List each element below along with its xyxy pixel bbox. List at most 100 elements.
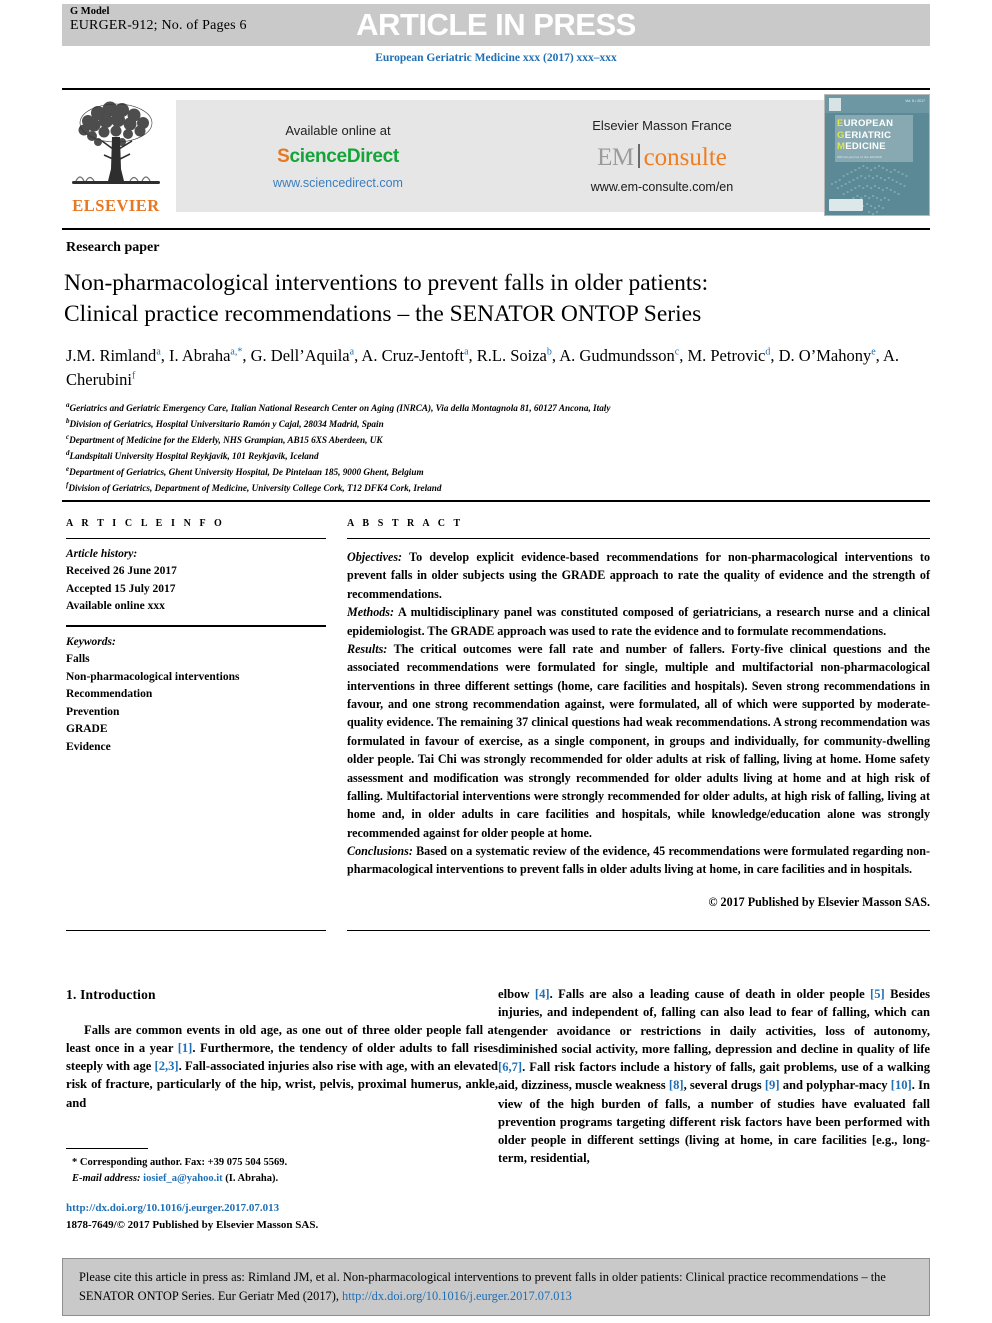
author-name: A. Cruz-Jentoft — [361, 346, 465, 365]
affiliation-item: dLandspitali University Hospital Reykjav… — [66, 448, 926, 464]
keyword-item: Falls — [66, 653, 90, 666]
emconsulte-block: Elsevier Masson France EM consulte www.e… — [500, 100, 824, 212]
abstract-heading: A B S T R A C T — [347, 518, 464, 529]
title-line-1: Non-pharmacological interventions to pre… — [64, 270, 709, 296]
citation-reference[interactable]: [8] — [669, 1078, 684, 1092]
cite-doi-link[interactable]: http://dx.doi.org/10.1016/j.eurger.2017.… — [342, 1289, 572, 1303]
masthead: ELSEVIER Available online at ScienceDire… — [62, 94, 930, 216]
affiliation-item: bDivision of Geriatrics, Hospital Univer… — [66, 416, 926, 432]
keywords-block: Keywords: Falls Non-pharmacological inter… — [66, 634, 326, 756]
page-title: Non-pharmacological interventions to pre… — [64, 268, 914, 330]
author-affiliation-mark: c — [674, 346, 680, 358]
footnote-rule — [66, 1148, 148, 1149]
cover-cap-g: G — [837, 129, 845, 141]
author-name: M. Petrovic — [687, 346, 766, 365]
author-name: R.L. Soiza — [476, 346, 547, 365]
abstract-methods-text: A multidisciplinary panel was constitute… — [347, 605, 930, 638]
article-history-label: Article history: — [66, 548, 138, 560]
citation-reference[interactable]: [6,7] — [498, 1060, 522, 1074]
keyword-item: Non-pharmacological interventions — [66, 670, 240, 683]
abstract-column: A B S T R A C T Objectives: To develop e… — [347, 518, 930, 911]
intro-heading: 1. Introduction — [66, 987, 156, 1002]
cover-word-european: UROPEAN — [843, 118, 894, 129]
available-online-label: Available online at — [285, 122, 391, 138]
keyword-item: GRADE — [66, 723, 108, 736]
citation-reference[interactable]: [4] — [535, 987, 550, 1001]
sciencedirect-url[interactable]: www.sciencedirect.com — [273, 176, 403, 190]
citation-reference[interactable]: [10] — [891, 1078, 912, 1092]
affiliation-item: aGeriatrics and Geriatric Emergency Care… — [66, 400, 926, 416]
author-name: I. Abraha — [169, 346, 231, 365]
body-text: elbow — [498, 987, 535, 1001]
citation-reference[interactable]: [9] — [765, 1078, 780, 1092]
journal-cover-thumbnail[interactable]: Vol. 8 • 2017 EUROPEAN GERIATRIC MEDICIN… — [824, 94, 930, 216]
sciencedirect-wordmark: ScienceDirect — [277, 146, 399, 168]
keyword-items: Falls Non-pharmacological interventions Re… — [66, 651, 326, 756]
article-info-heading: A R T I C L E I N F O — [66, 518, 225, 529]
cover-title-line-2: GERIATRIC — [837, 130, 911, 142]
author-affiliation-mark: a — [349, 346, 355, 358]
affiliation-text: Department of Medicine for the Elderly, … — [69, 435, 383, 445]
email-link[interactable]: iosief_a@yahoo.it — [143, 1173, 222, 1184]
intro-left-column: 1. Introduction Falls are common events … — [66, 985, 498, 1112]
em-divider — [637, 144, 640, 168]
cover-title-line-3: MEDICINE — [837, 141, 911, 153]
elsevier-masson-label: Elsevier Masson France — [592, 118, 732, 133]
sciencedirect-block: Available online at ScienceDirect www.sc… — [176, 100, 500, 212]
article-info-column: A R T I C L E I N F O Article history: R… — [66, 518, 326, 756]
emconsulte-wordmark: EM consulte — [597, 141, 727, 172]
abstract-copyright: © 2017 Published by Elsevier Masson SAS. — [708, 894, 930, 909]
article-first-page: ARTICLE IN PRESS G Model EURGER-912; No.… — [0, 0, 992, 1323]
email-label: E-mail address: — [72, 1172, 141, 1184]
cite-this-article-box: Please cite this article in press as: Ri… — [62, 1258, 930, 1316]
body-text: . Falls are also a leading cause of deat… — [549, 987, 871, 1001]
title-line-2: Clinical practice recommendations – the … — [64, 301, 702, 328]
affiliation-item: fDivision of Geriatrics, Department of M… — [66, 480, 926, 496]
em-text: EM — [597, 144, 634, 171]
g-model-block: G Model EURGER-912; No. of Pages 6 — [70, 6, 247, 34]
affiliation-item: eDepartment of Geriatrics, Ghent Univers… — [66, 464, 926, 480]
keyword-item: Prevention — [66, 705, 120, 718]
emconsulte-url[interactable]: www.em-consulte.com/en — [591, 180, 733, 194]
affiliation-text: Landspitali University Hospital Reykjavi… — [69, 450, 319, 461]
abstract-objectives-label: Objectives: — [347, 550, 403, 564]
elsevier-wordmark: ELSEVIER — [72, 196, 160, 215]
citation-reference[interactable]: [1] — [178, 1041, 193, 1055]
cover-cap-m: M — [837, 141, 846, 153]
affiliation-text: Department of Geriatrics, Ghent Universi… — [69, 466, 424, 477]
abstract-results: Results: The critical outcomes were fall… — [347, 640, 930, 842]
cover-elsevier-mark-icon — [829, 98, 841, 111]
keywords-label: Keywords: — [66, 635, 116, 648]
keyword-item: Recommendation — [66, 688, 153, 701]
received-date: Received 26 June 2017 — [66, 565, 177, 578]
issn-copyright-line: 1878-7649/© 2017 Published by Elsevier M… — [66, 1218, 319, 1231]
citation-reference[interactable]: [2,3] — [155, 1059, 179, 1073]
masthead-top-rule — [62, 88, 930, 90]
author-name: J.M. Rimland — [66, 346, 157, 365]
author-affiliation-mark: a,* — [230, 346, 243, 358]
doi-link[interactable]: http://dx.doi.org/10.1016/j.eurger.2017.… — [66, 1200, 526, 1217]
author-list: J.M. Rimlanda, I. Abrahaa,*, G. Dell’Aqu… — [66, 346, 900, 389]
abstract-objectives-text: To develop explicit evidence-based recom… — [347, 550, 930, 601]
elsevier-logo: ELSEVIER — [62, 94, 170, 216]
sciencedirect-initial: S — [277, 145, 290, 167]
cover-issue-note: Vol. 8 • 2017 — [905, 99, 925, 103]
online-availability-panel: Available online at ScienceDirect www.sc… — [176, 100, 824, 212]
abstract-results-text: The critical outcomes were fall rate and… — [347, 641, 930, 840]
article-info-rule-top — [66, 538, 326, 539]
affiliation-text: Division of Geriatrics, Hospital Univers… — [69, 419, 384, 430]
keyword-item: Evidence — [66, 740, 111, 753]
author-name: A. Gudmundsson — [559, 346, 675, 365]
cover-subtitle: Official journal of the EUGMS — [837, 154, 882, 159]
g-model-label: G Model — [70, 6, 110, 17]
abstract-rule-bottom — [347, 930, 930, 931]
cover-word-medicine: EDICINE — [845, 141, 886, 153]
accepted-date: Accepted 15 July 2017 — [66, 582, 176, 595]
affiliation-item: cDepartment of Medicine for the Elderly,… — [66, 432, 926, 448]
citation-reference[interactable]: [5] — [870, 987, 885, 1001]
abstract-methods-label: Methods: — [347, 605, 395, 620]
abstract-conclusions: Conclusions: Based on a systematic revie… — [347, 842, 930, 879]
abstract-conclusions-label: Conclusions: — [347, 844, 413, 858]
author-affiliation-mark: a — [156, 346, 161, 358]
journal-citation-line: European Geriatric Medicine xxx (2017) x… — [375, 52, 617, 64]
